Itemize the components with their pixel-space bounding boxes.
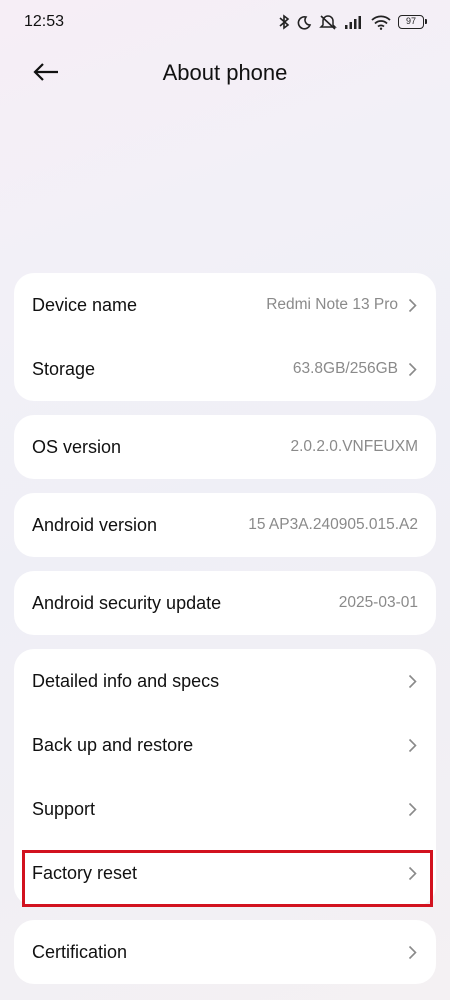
os-version-label: OS version xyxy=(32,436,122,457)
status-icons: 97 xyxy=(278,14,427,30)
chevron-right-icon xyxy=(406,944,418,960)
detailed-info-row[interactable]: Detailed info and specs xyxy=(14,649,436,713)
signal-icon xyxy=(344,15,364,29)
mute-icon xyxy=(319,14,337,30)
certification-label: Certification xyxy=(32,941,128,962)
security-update-row[interactable]: Android security update 2025-03-01 xyxy=(14,571,436,635)
chevron-right-icon xyxy=(406,673,418,689)
chevron-right-icon xyxy=(406,865,418,881)
backup-restore-row[interactable]: Back up and restore xyxy=(14,713,436,777)
support-label: Support xyxy=(32,798,96,819)
device-name-value: Redmi Note 13 Pro xyxy=(266,296,398,313)
bluetooth-icon xyxy=(278,14,290,30)
chevron-right-icon xyxy=(406,297,418,313)
android-version-card: Android version 15 AP3A.240905.015.A2 xyxy=(14,493,436,557)
status-time: 12:53 xyxy=(24,13,65,30)
backup-restore-label: Back up and restore xyxy=(32,734,194,755)
os-version-row[interactable]: OS version 2.0.2.0.VNFEUXM xyxy=(14,415,436,479)
status-bar: 12:53 97 xyxy=(0,0,450,44)
wifi-icon xyxy=(371,15,391,30)
header: About phone xyxy=(0,50,450,96)
android-version-row[interactable]: Android version 15 AP3A.240905.015.A2 xyxy=(14,493,436,557)
storage-label: Storage xyxy=(32,358,96,379)
certification-card: Certification xyxy=(14,920,436,984)
device-name-row[interactable]: Device name Redmi Note 13 Pro xyxy=(14,273,436,337)
factory-reset-row[interactable]: Factory reset xyxy=(14,841,436,905)
device-name-label: Device name xyxy=(32,294,138,315)
security-update-card: Android security update 2025-03-01 xyxy=(14,571,436,635)
storage-row[interactable]: Storage 63.8GB/256GB xyxy=(14,337,436,401)
chevron-right-icon xyxy=(406,737,418,753)
os-version-value: 2.0.2.0.VNFEUXM xyxy=(290,438,419,455)
support-row[interactable]: Support xyxy=(14,777,436,841)
moon-icon xyxy=(297,15,312,30)
android-version-label: Android version xyxy=(32,514,158,535)
storage-value: 63.8GB/256GB xyxy=(292,360,398,377)
os-version-card: OS version 2.0.2.0.VNFEUXM xyxy=(14,415,436,479)
more-options-card: Detailed info and specs Back up and rest… xyxy=(14,649,436,906)
battery-icon: 97 xyxy=(398,15,427,29)
certification-row[interactable]: Certification xyxy=(14,920,436,984)
factory-reset-label: Factory reset xyxy=(32,862,138,883)
device-info-card: Device name Redmi Note 13 Pro Storage 63… xyxy=(14,273,436,401)
page-title: About phone xyxy=(162,60,288,85)
security-update-label: Android security update xyxy=(32,592,222,613)
chevron-right-icon xyxy=(406,361,418,377)
security-update-value: 2025-03-01 xyxy=(338,594,418,611)
detailed-info-label: Detailed info and specs xyxy=(32,670,220,691)
chevron-right-icon xyxy=(406,801,418,817)
android-version-value: 15 AP3A.240905.015.A2 xyxy=(248,516,418,533)
